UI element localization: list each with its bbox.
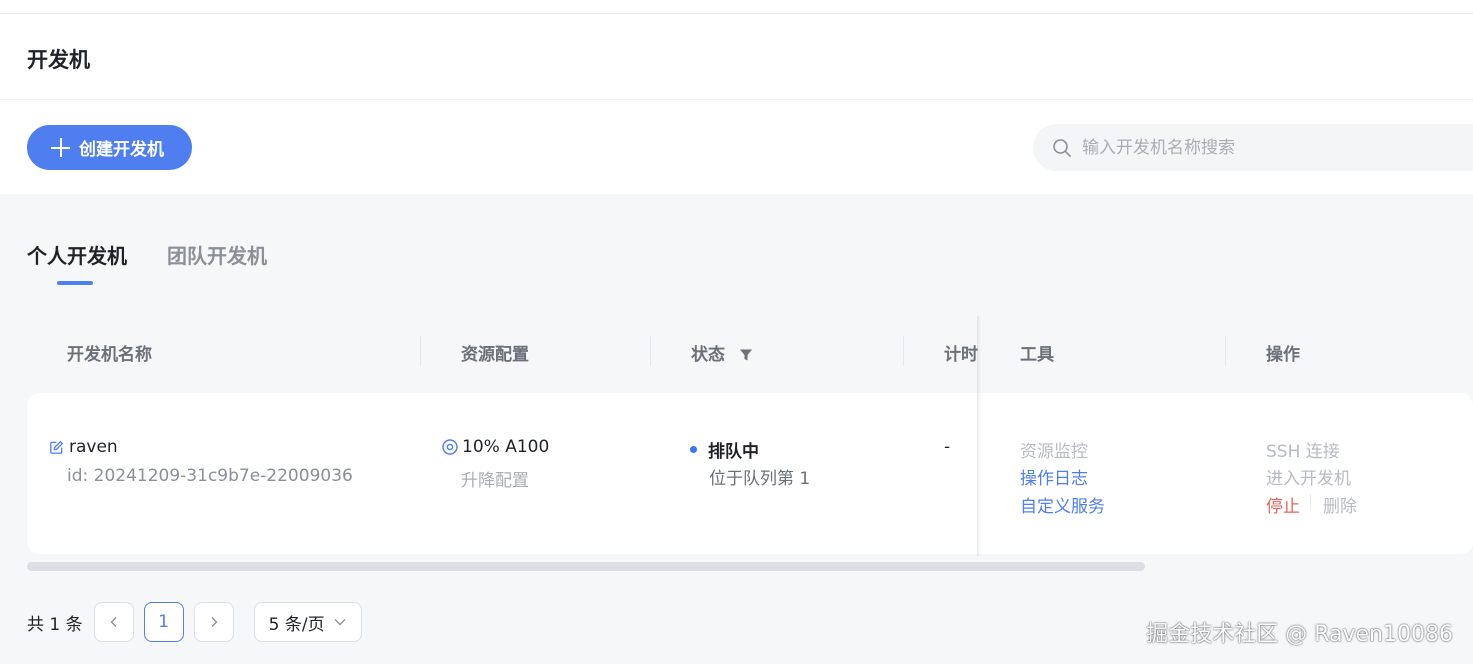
delete-button[interactable]: 删除 bbox=[1323, 492, 1357, 517]
stop-button[interactable]: 停止 bbox=[1266, 492, 1300, 517]
page-size-select[interactable]: 5 条/页 bbox=[253, 602, 362, 642]
total-count: 共 1 条 bbox=[27, 614, 83, 635]
resize-config-link[interactable]: 升降配置 bbox=[461, 466, 529, 491]
resource-monitor-link[interactable]: 资源监控 bbox=[1020, 437, 1088, 462]
tab-bar: 个人开发机 团队开发机 bbox=[27, 240, 267, 286]
queue-position: 位于队列第 1 bbox=[709, 469, 811, 489]
active-tab-indicator bbox=[57, 281, 93, 285]
create-devmachine-button[interactable]: 创建开发机 bbox=[27, 125, 192, 170]
column-divider bbox=[420, 336, 421, 366]
fixed-column-shadow bbox=[977, 316, 981, 556]
top-bar bbox=[0, 0, 1473, 14]
column-header-resource: 资源配置 bbox=[461, 345, 529, 365]
eye-icon[interactable] bbox=[442, 439, 458, 455]
table-row: raven id: 20241209-31c9b7e-22009036 10% … bbox=[27, 393, 1473, 554]
status-text: 排队中 bbox=[708, 442, 759, 462]
chevron-left-icon bbox=[110, 617, 117, 627]
table-header: 开发机名称 资源配置 状态 计时 工具 操作 bbox=[27, 322, 1473, 382]
column-header-status: 状态 bbox=[691, 340, 753, 365]
operation-log-link[interactable]: 操作日志 bbox=[1020, 464, 1088, 489]
column-header-tools: 工具 bbox=[1020, 345, 1054, 365]
plus-icon bbox=[51, 138, 70, 157]
create-button-label: 创建开发机 bbox=[79, 140, 164, 160]
enter-devmachine-link[interactable]: 进入开发机 bbox=[1266, 464, 1351, 489]
column-header-name: 开发机名称 bbox=[67, 345, 152, 365]
devmachine-name: raven bbox=[49, 437, 118, 457]
resource-config: 10% A100 bbox=[442, 437, 549, 457]
toolbar: 创建开发机 bbox=[0, 100, 1473, 194]
chevron-down-icon bbox=[334, 619, 346, 626]
resource-config-text: 10% A100 bbox=[462, 437, 550, 457]
page-size-value: 5 条/页 bbox=[268, 614, 325, 635]
page-number-button[interactable]: 1 bbox=[143, 602, 184, 642]
action-divider bbox=[1310, 494, 1311, 510]
tab-team-label: 团队开发机 bbox=[167, 244, 267, 268]
column-header-status-label: 状态 bbox=[691, 345, 725, 365]
ssh-connect-link[interactable]: SSH 连接 bbox=[1266, 437, 1340, 462]
devmachine-id: id: 20241209-31c9b7e-22009036 bbox=[67, 466, 353, 486]
tab-personal-label: 个人开发机 bbox=[27, 244, 127, 268]
search-box[interactable] bbox=[1033, 124, 1473, 171]
tab-personal[interactable]: 个人开发机 bbox=[27, 240, 127, 286]
column-divider bbox=[1225, 336, 1226, 366]
column-header-actions: 操作 bbox=[1266, 345, 1300, 365]
status-dot bbox=[690, 446, 697, 453]
tab-team[interactable]: 团队开发机 bbox=[167, 240, 267, 286]
timer-value: - bbox=[944, 437, 951, 457]
status: 排队中 bbox=[690, 437, 759, 462]
prev-page-button[interactable] bbox=[93, 602, 134, 642]
search-icon bbox=[1053, 138, 1071, 157]
page-header: 开发机 bbox=[0, 14, 1473, 100]
next-page-button[interactable] bbox=[193, 602, 234, 642]
devmachine-name-text: raven bbox=[69, 437, 118, 457]
custom-service-link[interactable]: 自定义服务 bbox=[1020, 492, 1105, 517]
search-input[interactable] bbox=[1082, 137, 1462, 158]
filter-icon[interactable] bbox=[739, 348, 753, 362]
column-header-timer: 计时 bbox=[944, 345, 978, 365]
column-divider bbox=[903, 336, 904, 366]
horizontal-scrollbar[interactable] bbox=[27, 562, 1145, 571]
column-divider bbox=[650, 336, 651, 366]
watermark: 掘金技术社区 @ Raven10086 bbox=[1146, 622, 1453, 647]
pagination: 共 1 条 1 5 条/页 bbox=[27, 602, 362, 642]
page-title: 开发机 bbox=[27, 48, 90, 72]
chevron-right-icon bbox=[211, 617, 218, 627]
edit-icon[interactable] bbox=[49, 440, 64, 455]
